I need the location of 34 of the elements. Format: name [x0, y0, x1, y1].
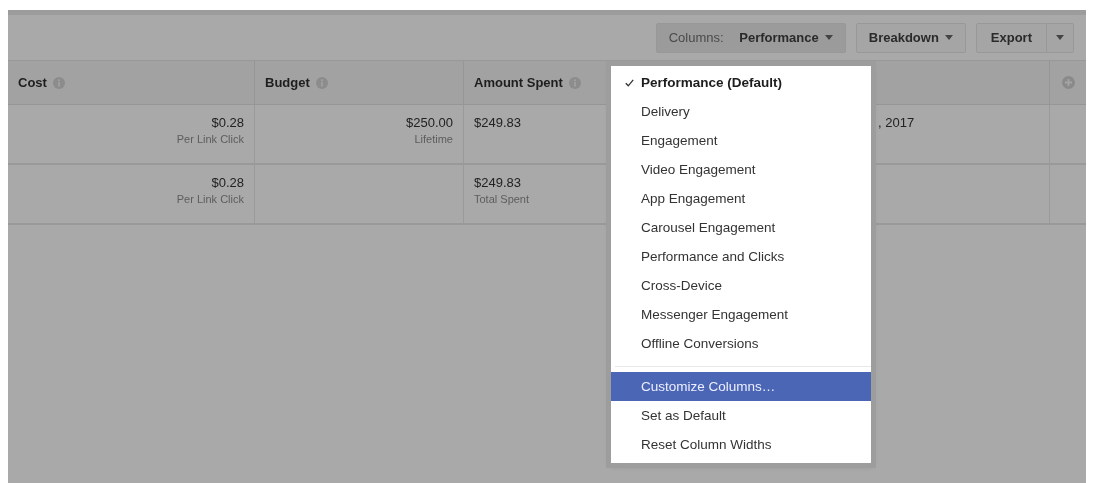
menu-item[interactable]: Delivery: [611, 97, 871, 126]
menu-item[interactable]: Set as Default: [611, 401, 871, 430]
cell-caption: Total Spent: [474, 193, 530, 205]
cell-value: $0.28: [211, 115, 244, 130]
export-button[interactable]: Export: [975, 22, 1047, 53]
caret-icon: [944, 35, 953, 40]
cell-value: $249.83: [474, 175, 521, 190]
columns-button[interactable]: Columns: Performance: [655, 22, 846, 53]
breakdown-button[interactable]: Breakdown: [855, 22, 966, 53]
column-title: Budget: [265, 75, 310, 90]
menu-item[interactable]: Reset Column Widths: [611, 430, 871, 459]
cell-value: $0.28: [211, 175, 244, 190]
menu-item[interactable]: App Engagement: [611, 184, 871, 213]
cell-value: $250.00: [406, 115, 453, 130]
menu-item[interactable]: Engagement: [611, 126, 871, 155]
cell-caption: Per Link Click: [176, 193, 244, 205]
export-menu-button[interactable]: [1047, 22, 1074, 53]
cell-caption: Per Link Click: [176, 133, 244, 145]
check-icon: [625, 79, 634, 87]
menu-item[interactable]: Carousel Engagement: [611, 213, 871, 242]
menu-item[interactable]: Performance and Clicks: [611, 242, 871, 271]
column-title: Cost: [18, 75, 47, 90]
menu-item[interactable]: Performance (Default): [611, 68, 871, 97]
cell-value: $249.83: [474, 115, 521, 130]
caret-icon: [824, 35, 833, 40]
cell-caption: Lifetime: [414, 133, 453, 145]
menu-item[interactable]: Cross-Device: [611, 271, 871, 300]
menu-item[interactable]: Offline Conversions: [611, 329, 871, 358]
caret-icon: [1056, 35, 1064, 40]
menu-item[interactable]: Customize Columns…: [611, 372, 871, 401]
cell-value: , 2017: [878, 115, 915, 130]
menu-item[interactable]: Messenger Engagement: [611, 300, 871, 329]
column-title: Amount Spent: [474, 75, 563, 90]
menu-item[interactable]: Video Engagement: [611, 155, 871, 184]
